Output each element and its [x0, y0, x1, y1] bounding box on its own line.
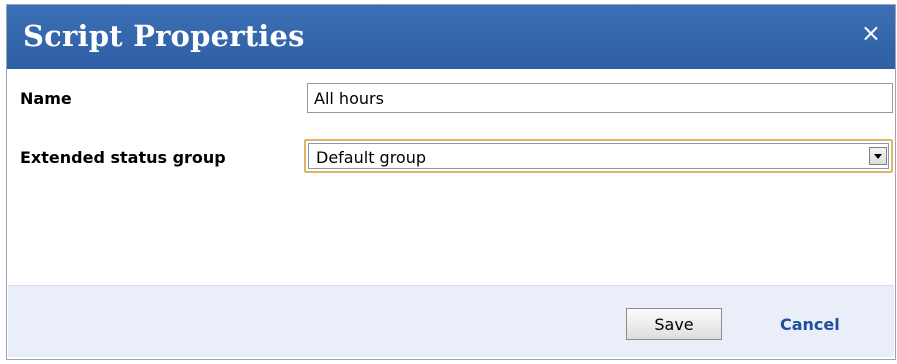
- extended-status-group-label: Extended status group: [20, 148, 226, 167]
- chevron-down-icon[interactable]: [869, 147, 887, 165]
- extended-status-group-select[interactable]: Default group: [304, 139, 893, 173]
- close-icon[interactable]: ×: [861, 21, 881, 45]
- select-inner: Default group: [308, 143, 889, 169]
- save-button[interactable]: Save: [626, 308, 722, 340]
- name-input[interactable]: [307, 83, 893, 113]
- dialog-title: Script Properties: [23, 19, 305, 53]
- script-properties-dialog: Script Properties × Name Extended status…: [6, 4, 896, 360]
- select-value: Default group: [316, 148, 427, 167]
- cancel-link[interactable]: Cancel: [780, 315, 840, 334]
- dialog-titlebar: Script Properties ×: [7, 5, 895, 69]
- dialog-footer: Save Cancel: [8, 285, 894, 357]
- name-label: Name: [20, 89, 72, 108]
